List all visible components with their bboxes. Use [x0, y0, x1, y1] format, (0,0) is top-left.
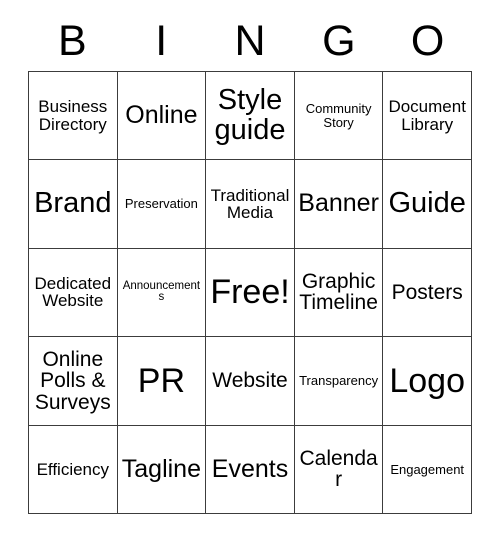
bingo-cell-label: Announcements — [122, 279, 201, 304]
bingo-card: B I N G O Business Directory Online Style … — [28, 14, 472, 514]
bingo-cell[interactable]: Announcements — [117, 248, 207, 338]
bingo-cell-label: Efficiency — [36, 459, 110, 479]
bingo-cell-label: Brand — [34, 187, 112, 220]
bingo-cell-label: Preservation — [124, 196, 198, 212]
bingo-cell[interactable]: Online — [117, 72, 207, 161]
bingo-cell[interactable]: Graphic Timeline — [294, 248, 384, 338]
bingo-cell[interactable]: Preservation — [117, 160, 207, 249]
bingo-cell-label: Online — [125, 100, 198, 129]
bingo-cell[interactable]: Tagline — [117, 425, 207, 514]
bingo-cell-label: Business Directory — [38, 97, 108, 134]
bingo-cell-label: Graphic Timeline — [299, 270, 378, 315]
bingo-cell[interactable]: Guide — [383, 160, 472, 249]
bingo-cell-label: Tagline — [121, 454, 201, 483]
bingo-cell-label: Logo — [389, 361, 465, 400]
bingo-cell[interactable]: Dedicated Website — [29, 248, 118, 338]
bingo-cell-label: Banner — [298, 189, 379, 218]
bingo-cell-label: Website — [212, 369, 288, 393]
header-letter-g: G — [322, 17, 356, 65]
bingo-cell-label: Style guide — [214, 84, 286, 146]
bingo-cell-label: Events — [211, 454, 289, 483]
bingo-cell[interactable]: Website — [206, 337, 295, 426]
bingo-cell-label: Calendar — [299, 446, 378, 492]
bingo-cell-label: Guide — [388, 187, 466, 220]
bingo-cell-label: Traditional Media — [210, 185, 290, 223]
bingo-cell-free-space[interactable]: Free! — [206, 248, 295, 338]
bingo-cell[interactable]: Banner — [294, 160, 384, 249]
bingo-cell[interactable]: Online Polls & Surveys — [29, 337, 118, 426]
bingo-cell[interactable]: Engagement — [383, 425, 472, 514]
bingo-header: B I N G O — [28, 14, 472, 71]
bingo-cell-label: Engagement — [390, 461, 465, 477]
header-letter-b: B — [58, 17, 87, 65]
bingo-cell[interactable]: Posters — [383, 248, 472, 338]
bingo-cell[interactable]: Business Directory — [29, 72, 118, 161]
bingo-cell[interactable]: PR — [117, 337, 207, 426]
header-letter-i: I — [155, 17, 168, 65]
bingo-cell-label: Transparency — [299, 373, 379, 389]
header-letter-o: O — [410, 17, 445, 65]
bingo-cell-label: Dedicated Website — [34, 274, 112, 311]
bingo-cell[interactable]: Brand — [29, 160, 118, 249]
bingo-cell-label: Online Polls & Surveys — [34, 347, 111, 414]
bingo-cell[interactable]: Style guide — [206, 72, 295, 161]
bingo-cell[interactable]: Traditional Media — [206, 160, 295, 249]
bingo-cell[interactable]: Events — [206, 425, 295, 514]
bingo-cell-label: Community Story — [305, 101, 372, 130]
bingo-grid: Business Directory Online Style guide Commu… — [28, 71, 472, 514]
bingo-cell-label: Free! — [210, 273, 290, 312]
bingo-cell[interactable]: Document Library — [383, 72, 472, 161]
bingo-cell[interactable]: Calendar — [294, 425, 384, 514]
bingo-cell-label: Document Library — [388, 97, 466, 134]
bingo-cell[interactable]: Logo — [383, 337, 472, 426]
bingo-cell[interactable]: Efficiency — [29, 425, 118, 514]
bingo-cell[interactable]: Transparency — [294, 337, 384, 426]
bingo-cell[interactable]: Community Story — [294, 72, 384, 161]
bingo-cell-label: Posters — [391, 280, 463, 304]
bingo-cell-label: PR — [137, 361, 185, 400]
header-letter-n: N — [234, 17, 266, 65]
